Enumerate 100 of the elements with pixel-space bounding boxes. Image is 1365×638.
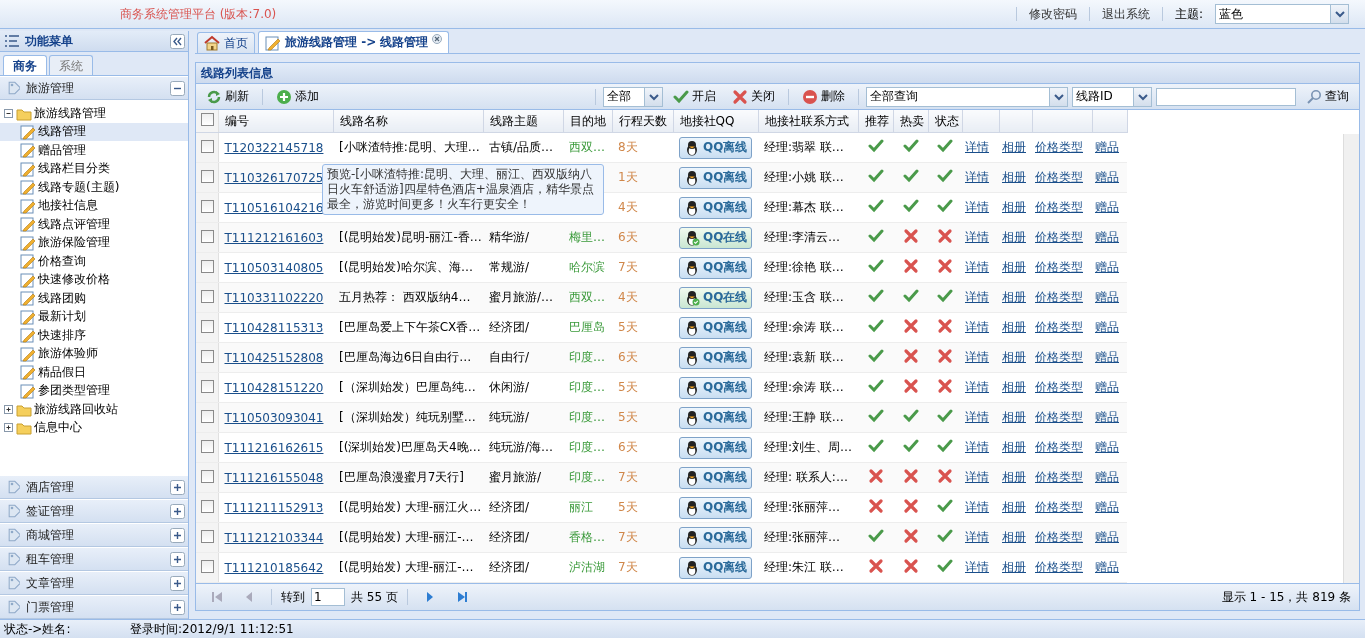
- row-action-link[interactable]: 赠品: [1095, 230, 1119, 244]
- row-action-link[interactable]: 赠品: [1095, 290, 1119, 304]
- row-action-link[interactable]: 详情: [965, 500, 989, 514]
- route-id-link[interactable]: T110428151220: [224, 380, 324, 395]
- qq-status-button[interactable]: QQ离线: [679, 256, 753, 279]
- row-action-link[interactable]: 赠品: [1095, 260, 1119, 274]
- accordion-header[interactable]: 旅游管理: [0, 76, 188, 100]
- qq-status-button[interactable]: QQ在线: [679, 286, 753, 309]
- row-action-link[interactable]: 赠品: [1095, 170, 1119, 184]
- column-header[interactable]: 地接社QQ: [673, 110, 758, 133]
- route-id-link[interactable]: T111210185642: [224, 560, 324, 575]
- qq-status-button[interactable]: QQ在线: [679, 226, 753, 249]
- select-all-checkbox[interactable]: [201, 113, 214, 126]
- column-header[interactable]: 行程天数: [612, 110, 673, 133]
- tree-item[interactable]: 线路栏目分类: [0, 159, 188, 178]
- toolbar-button[interactable]: 关闭: [726, 87, 781, 106]
- tree-item[interactable]: 线路团购: [0, 289, 188, 308]
- tree-item[interactable]: 线路管理: [0, 122, 188, 141]
- row-action-link[interactable]: 赠品: [1095, 410, 1119, 424]
- tree-item[interactable]: 线路专题(主题): [0, 178, 188, 197]
- row-action-link[interactable]: 详情: [965, 440, 989, 454]
- row-checkbox[interactable]: [201, 169, 214, 183]
- row-action-link[interactable]: 价格类型: [1035, 260, 1083, 274]
- row-action-link[interactable]: 相册: [1002, 380, 1026, 394]
- tree-item[interactable]: 赠品管理: [0, 141, 188, 160]
- row-action-link[interactable]: 价格类型: [1035, 560, 1083, 574]
- route-id-link[interactable]: T110331102220: [224, 290, 324, 305]
- accordion-header[interactable]: 酒店管理: [0, 475, 188, 499]
- toolbar-button[interactable]: 开启: [667, 87, 722, 106]
- row-action-link[interactable]: 相册: [1002, 320, 1026, 334]
- row-checkbox[interactable]: [201, 529, 214, 543]
- row-action-link[interactable]: 赠品: [1095, 320, 1119, 334]
- tree-item[interactable]: 精品假日: [0, 363, 188, 382]
- column-header[interactable]: 状态: [928, 110, 962, 133]
- route-id-link[interactable]: T110503140805: [224, 260, 324, 275]
- toolbar-button[interactable]: 添加: [270, 87, 325, 106]
- qq-status-button[interactable]: QQ离线: [679, 166, 753, 189]
- row-action-link[interactable]: 详情: [965, 200, 989, 214]
- row-action-link[interactable]: 赠品: [1095, 200, 1119, 214]
- row-action-link[interactable]: 相册: [1002, 500, 1026, 514]
- tree-item[interactable]: 线路点评管理: [0, 215, 188, 234]
- column-header[interactable]: 编号: [218, 110, 333, 133]
- row-action-link[interactable]: 赠品: [1095, 380, 1119, 394]
- row-action-link[interactable]: 价格类型: [1035, 230, 1083, 244]
- row-action-link[interactable]: 赠品: [1095, 140, 1119, 154]
- row-action-link[interactable]: 详情: [965, 410, 989, 424]
- row-action-link[interactable]: 相册: [1002, 230, 1026, 244]
- tree-item[interactable]: 旅游体验师: [0, 344, 188, 363]
- qq-status-button[interactable]: QQ离线: [679, 406, 753, 429]
- row-action-link[interactable]: 价格类型: [1035, 200, 1083, 214]
- row-action-link[interactable]: 相册: [1002, 170, 1026, 184]
- route-id-link[interactable]: T111212161603: [224, 230, 324, 245]
- page-tab[interactable]: 首页: [197, 32, 255, 53]
- row-action-link[interactable]: 相册: [1002, 290, 1026, 304]
- row-action-link[interactable]: 相册: [1002, 350, 1026, 364]
- header-link[interactable]: 修改密码: [1028, 5, 1077, 23]
- row-action-link[interactable]: 赠品: [1095, 470, 1119, 484]
- row-action-link[interactable]: 价格类型: [1035, 170, 1083, 184]
- sidebar-tab[interactable]: 商务: [3, 55, 47, 75]
- row-checkbox[interactable]: [201, 379, 214, 393]
- column-header[interactable]: 线路主题: [483, 110, 563, 133]
- row-action-link[interactable]: 赠品: [1095, 560, 1119, 574]
- row-checkbox[interactable]: [201, 499, 214, 513]
- row-checkbox[interactable]: [201, 349, 214, 363]
- tree-item[interactable]: 最新计划: [0, 307, 188, 326]
- qq-status-button[interactable]: QQ离线: [679, 376, 753, 399]
- toolbar-button[interactable]: 删除: [796, 87, 851, 106]
- route-id-link[interactable]: T111211152913: [224, 500, 324, 515]
- column-header[interactable]: 地接社联系方式: [758, 110, 858, 133]
- qq-status-button[interactable]: QQ离线: [679, 526, 753, 549]
- accordion-header[interactable]: 文章管理: [0, 571, 188, 595]
- row-action-link[interactable]: 详情: [965, 560, 989, 574]
- tree-item[interactable]: 旅游线路管理: [0, 104, 188, 123]
- theme-select[interactable]: 蓝色: [1215, 4, 1349, 24]
- row-action-link[interactable]: 相册: [1002, 410, 1026, 424]
- sidebar-tab[interactable]: 系统: [49, 55, 93, 75]
- route-id-link[interactable]: T110326170725: [224, 170, 324, 185]
- header-link[interactable]: 退出系统: [1101, 5, 1150, 23]
- row-checkbox[interactable]: [201, 139, 214, 153]
- accordion-header[interactable]: 签证管理: [0, 499, 188, 523]
- row-action-link[interactable]: 详情: [965, 470, 989, 484]
- row-checkbox[interactable]: [201, 199, 214, 213]
- row-action-link[interactable]: 详情: [965, 290, 989, 304]
- qq-status-button[interactable]: QQ离线: [679, 556, 753, 579]
- tree-item[interactable]: 信息中心: [0, 418, 188, 437]
- qq-status-button[interactable]: QQ离线: [679, 316, 753, 339]
- row-action-link[interactable]: 详情: [965, 170, 989, 184]
- row-checkbox[interactable]: [201, 559, 214, 573]
- route-id-link[interactable]: T110425152808: [224, 350, 324, 365]
- route-id-link[interactable]: T111212103344: [224, 530, 324, 545]
- row-action-link[interactable]: 赠品: [1095, 500, 1119, 514]
- row-checkbox[interactable]: [201, 469, 214, 483]
- query-type-select[interactable]: 全部查询: [866, 86, 1068, 107]
- tree-item[interactable]: 价格查询: [0, 252, 188, 271]
- qq-status-button[interactable]: QQ离线: [679, 196, 753, 219]
- row-action-link[interactable]: 价格类型: [1035, 470, 1083, 484]
- column-header[interactable]: 推荐: [858, 110, 893, 133]
- tree-item[interactable]: 快速修改价格: [0, 270, 188, 289]
- field-select[interactable]: 线路ID: [1072, 86, 1152, 107]
- row-action-link[interactable]: 详情: [965, 140, 989, 154]
